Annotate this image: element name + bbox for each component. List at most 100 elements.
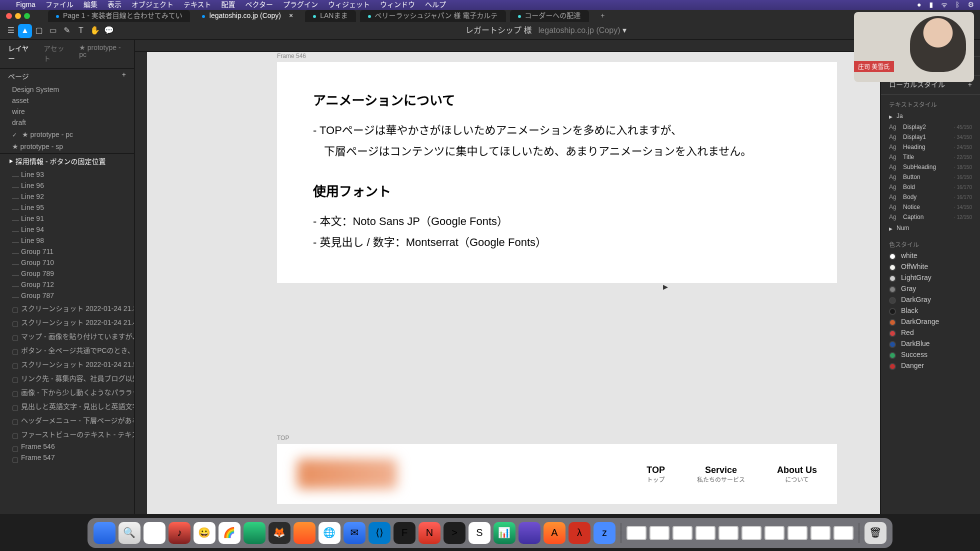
page-wire[interactable]: wire [0, 107, 134, 118]
color-style-item[interactable]: OffWhite [881, 262, 980, 273]
tab-berrylash[interactable]: ベリーラッシュジャパン 様 電子カルテ [360, 10, 506, 22]
text-style-item[interactable]: AgButton· 16/150 [881, 173, 980, 183]
layer-item[interactable]: ▢Frame 546 [0, 442, 134, 453]
text-style-item[interactable]: AgSubHeading· 18/150 [881, 163, 980, 173]
minimize-button[interactable] [15, 13, 21, 19]
dock-app-12[interactable]: F [394, 522, 416, 544]
layer-item[interactable]: ▢スクリーンショット 2022-01-24 21.48 1 [0, 316, 134, 330]
trash-icon[interactable]: 🗑 [865, 522, 887, 544]
layer-item[interactable]: —Group 789 [0, 269, 134, 280]
tab-coder[interactable]: コーダーへの配達 [510, 10, 589, 22]
dock-minimized[interactable] [719, 526, 739, 540]
dock-app-2[interactable] [144, 522, 166, 544]
color-style-item[interactable]: DarkOrange [881, 317, 980, 328]
pen-tool[interactable]: ✎ [60, 24, 74, 38]
dock-app-18[interactable]: A [544, 522, 566, 544]
frame2-label[interactable]: TOP [277, 436, 289, 442]
page-prototype-sp[interactable]: ★ prototype - sp [0, 141, 134, 153]
maximize-button[interactable] [24, 13, 30, 19]
dock-app-7[interactable]: 🦊 [269, 522, 291, 544]
layer-item[interactable]: —Line 95 [0, 203, 134, 214]
color-style-item[interactable]: Red [881, 328, 980, 339]
canvas[interactable]: Frame 546 アニメーションについて - TOPページは華やかさがほしいた… [135, 40, 880, 514]
layer-item[interactable]: ▢見出しと英語文字 - 見出しと英語文字はともにパララ… [0, 400, 134, 414]
menu-window[interactable]: ウィンドウ [380, 0, 415, 10]
layer-item[interactable]: ▢ファーストビューのテキスト - テキストのグループご… [0, 428, 134, 442]
layer-item[interactable]: ▢Frame 547 [0, 453, 134, 464]
dock-app-11[interactable]: ⟨⟩ [369, 522, 391, 544]
dock-minimized[interactable] [788, 526, 808, 540]
menu-arrange[interactable]: 配置 [221, 0, 235, 10]
layer-item[interactable]: —Line 96 [0, 181, 134, 192]
text-style-item[interactable]: AgNotice· 14/150 [881, 203, 980, 213]
layer-item[interactable]: —Group 710 [0, 258, 134, 269]
page-selector[interactable]: ★ prototype - pc [79, 44, 126, 64]
menu-icon[interactable]: ☰ [4, 24, 18, 38]
color-style-item[interactable]: DarkGray [881, 295, 980, 306]
dock-minimized[interactable] [811, 526, 831, 540]
menu-widget[interactable]: ウィジェット [328, 0, 370, 10]
move-tool[interactable]: ▲ [18, 24, 32, 38]
dock-app-8[interactable] [294, 522, 316, 544]
add-page-icon[interactable]: + [122, 72, 126, 82]
dock-app-3[interactable]: ♪ [169, 522, 191, 544]
layer-item[interactable]: —Group 787 [0, 291, 134, 302]
layer-item[interactable]: ▢ヘッダーメニュー - 下層ページがあるメニューをホバ… [0, 414, 134, 428]
dock-app-1[interactable]: 🔍 [119, 522, 141, 544]
layer-item[interactable]: —Line 98 [0, 236, 134, 247]
rec-icon[interactable]: ● [917, 2, 921, 9]
layer-item[interactable]: ▢ボタン - 全ページ共通でPCのとき、ホバーで色が反転… [0, 344, 134, 358]
dock-app-14[interactable]: > [444, 522, 466, 544]
dock-minimized[interactable] [673, 526, 693, 540]
page-design-system[interactable]: Design System [0, 85, 134, 96]
page-asset[interactable]: asset [0, 96, 134, 107]
menubar-app[interactable]: Figma [16, 2, 35, 9]
text-group-ja[interactable]: ▸Ja [881, 111, 980, 123]
file-name[interactable]: legatoship.co.jp (Copy) [538, 26, 620, 35]
color-style-item[interactable]: Danger [881, 361, 980, 372]
text-group-num[interactable]: ▸Num [881, 223, 980, 235]
layer-item[interactable]: ▢画像 - 下から少し動くようなパララックスでお願… [0, 386, 134, 400]
text-style-item[interactable]: AgTitle· 22/150 [881, 153, 980, 163]
color-style-item[interactable]: Black [881, 306, 980, 317]
text-style-item[interactable]: AgHeading· 24/150 [881, 143, 980, 153]
video-participant[interactable]: 庄司 美雪氏 [854, 12, 974, 82]
color-style-item[interactable]: DarkBlue [881, 339, 980, 350]
text-style-item[interactable]: AgCaption· 12/150 [881, 213, 980, 223]
layer-item[interactable]: —Line 93 [0, 170, 134, 181]
tab-lan[interactable]: LANまま [305, 10, 356, 22]
tab-page1[interactable]: Page 1 - 実装者目線と合わせてみてい [48, 10, 190, 22]
dock-app-9[interactable]: 🌐 [319, 522, 341, 544]
menu-file[interactable]: ファイル [45, 0, 73, 10]
text-style-item[interactable]: AgDisplay1· 34/150 [881, 133, 980, 143]
layer-item[interactable]: —Group 711 [0, 247, 134, 258]
new-tab-button[interactable]: + [593, 10, 613, 22]
tab-legatoship[interactable]: legatoship.co.jp (Copy)× [194, 10, 301, 22]
dock-minimized[interactable] [650, 526, 670, 540]
dock-minimized[interactable] [627, 526, 647, 540]
text-style-item[interactable]: AgBody· 16/170 [881, 193, 980, 203]
dock-minimized[interactable] [834, 526, 854, 540]
canvas-viewport[interactable]: Frame 546 アニメーションについて - TOPページは華やかさがほしいた… [147, 52, 880, 514]
artboard-top-nav[interactable]: TOPトップ Service私たちのサービス About Usについて [277, 444, 837, 504]
dock-app-20[interactable]: z [594, 522, 616, 544]
dock-app-17[interactable] [519, 522, 541, 544]
text-style-item[interactable]: AgDisplay2· 45/150 [881, 123, 980, 133]
dock-app-10[interactable]: ✉ [344, 522, 366, 544]
tab-close-icon[interactable]: × [289, 13, 293, 20]
hand-tool[interactable]: ✋ [88, 24, 102, 38]
layer-item[interactable]: —Line 92 [0, 192, 134, 203]
dock-minimized[interactable] [696, 526, 716, 540]
menu-object[interactable]: オブジェクト [131, 0, 173, 10]
chevron-down-icon[interactable]: ▾ [622, 26, 626, 35]
color-style-item[interactable]: LightGray [881, 273, 980, 284]
dock-minimized[interactable] [765, 526, 785, 540]
frame-tool[interactable]: ▢ [32, 24, 46, 38]
layer-item[interactable]: ▢スクリーンショット 2022-01-24 21.56 1 [0, 358, 134, 372]
color-style-item[interactable]: Success [881, 350, 980, 361]
layer-item[interactable]: ▢スクリーンショット 2022-01-24 21.35 1 [0, 302, 134, 316]
color-style-item[interactable]: Gray [881, 284, 980, 295]
frame-label[interactable]: Frame 546 [277, 54, 306, 60]
menu-edit[interactable]: 編集 [83, 0, 97, 10]
close-button[interactable] [6, 13, 12, 19]
